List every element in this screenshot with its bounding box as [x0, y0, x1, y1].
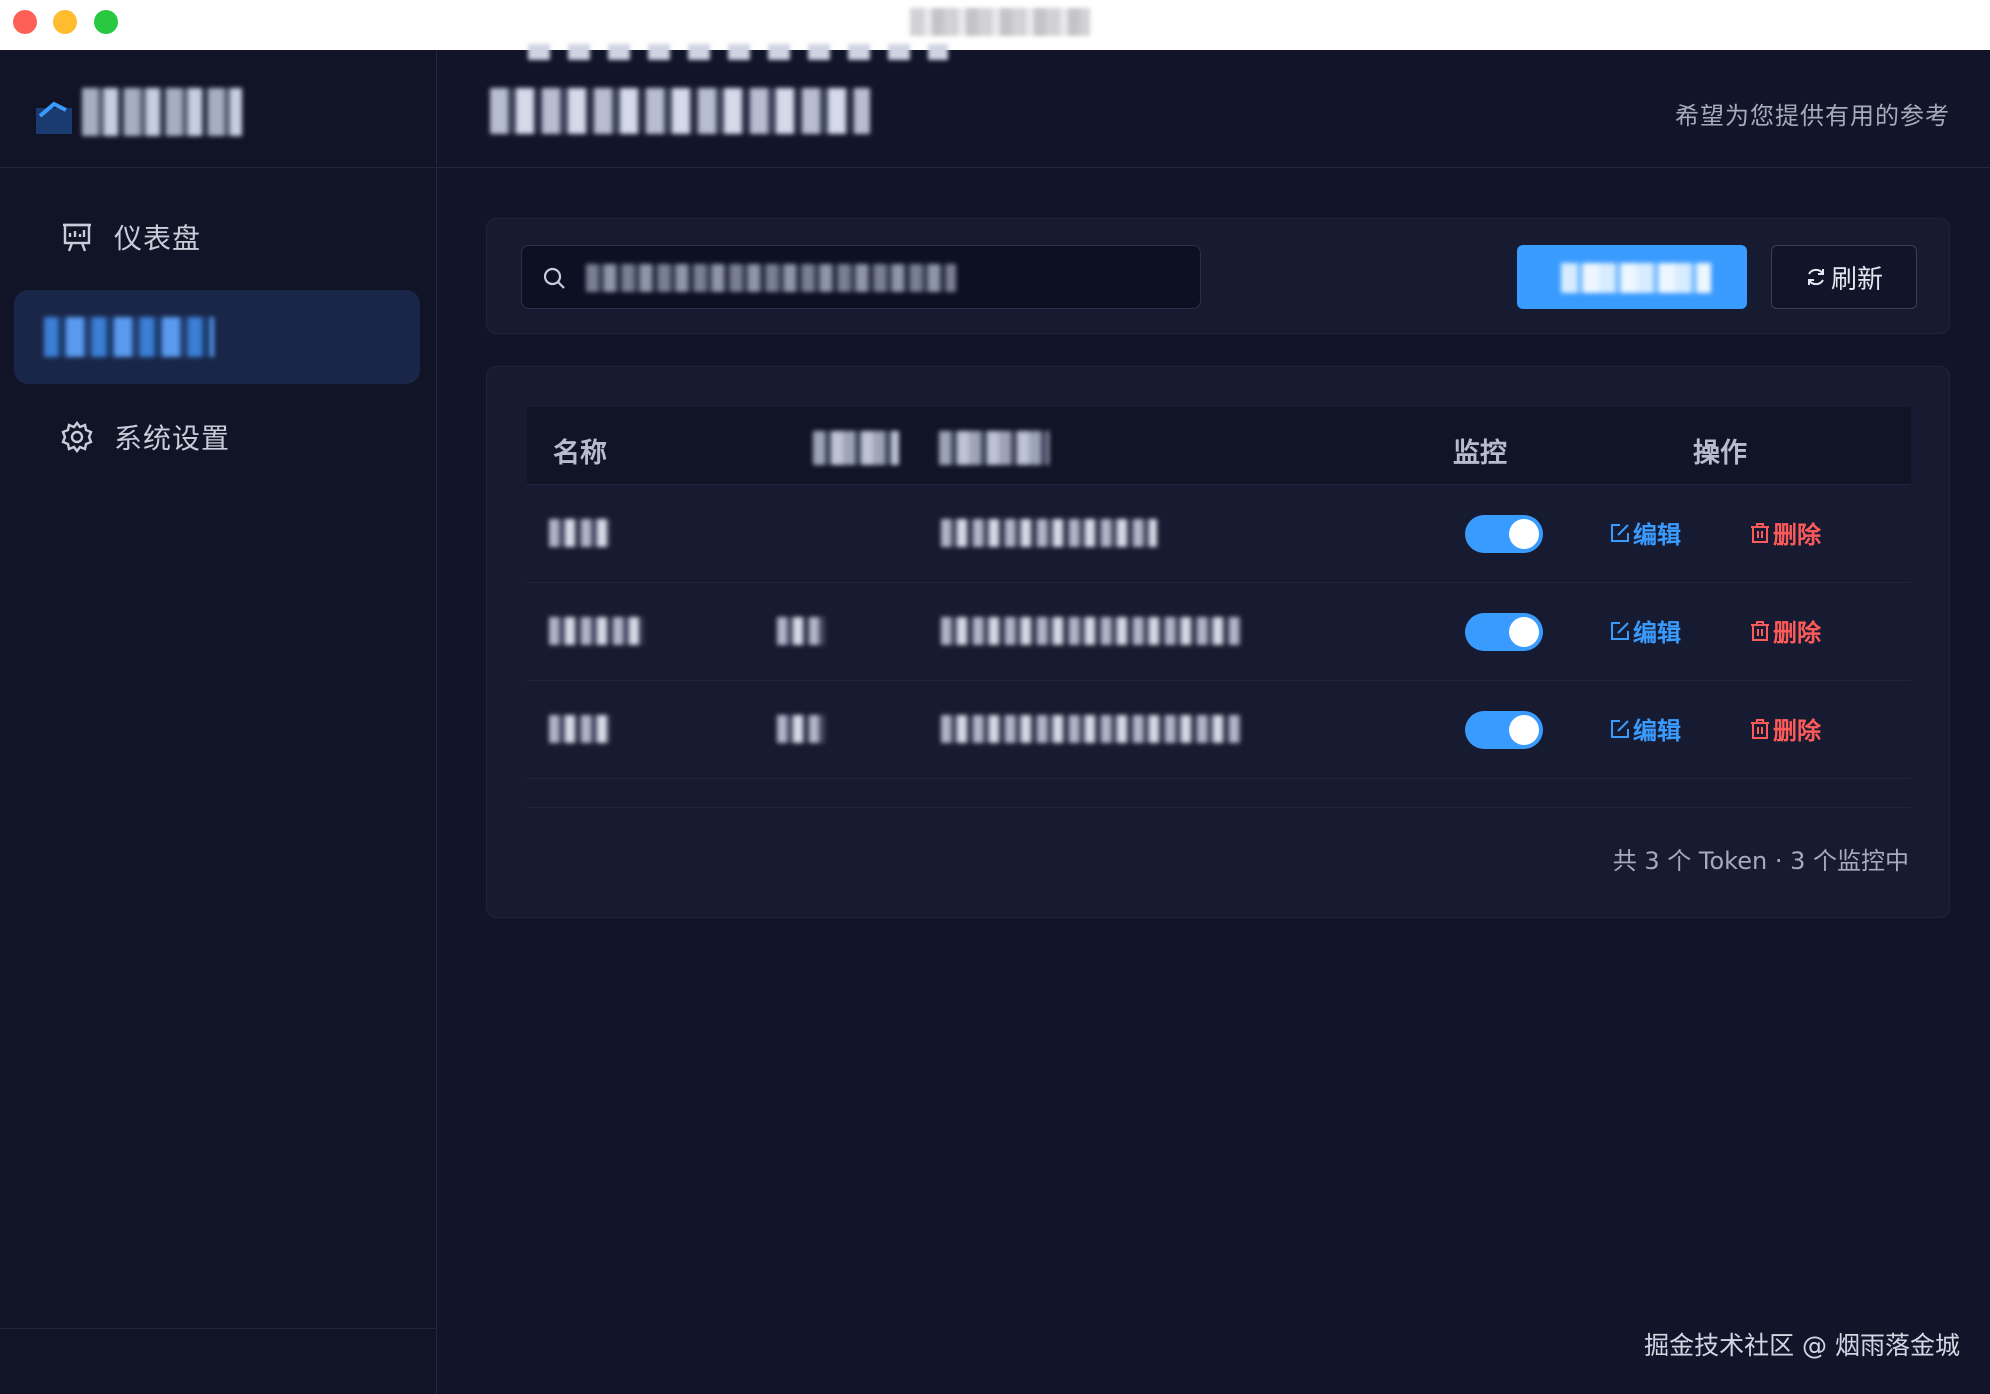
- cell-type-redacted: [777, 715, 825, 743]
- close-window-button[interactable]: [13, 10, 37, 34]
- column-header-monitor: 监控: [1453, 438, 1507, 469]
- sidebar: 仪表盘 系统设置: [0, 50, 437, 1394]
- edit-button[interactable]: 编辑: [1609, 613, 1681, 648]
- brand: [0, 50, 437, 168]
- window-title-redacted: [910, 8, 1090, 36]
- sidebar-item-label: 仪表盘: [114, 222, 202, 255]
- search-placeholder-redacted: [586, 264, 956, 292]
- delete-label: 删除: [1773, 619, 1821, 647]
- monitor-toggle[interactable]: [1465, 515, 1543, 553]
- page-header: 希望为您提供有用的参考: [438, 44, 1990, 168]
- add-token-button[interactable]: [1517, 245, 1747, 309]
- cell-name-redacted: [549, 715, 611, 743]
- trash-icon: [1751, 718, 1769, 739]
- header-overflow-redacted: [528, 44, 948, 60]
- minimize-window-button[interactable]: [53, 10, 77, 34]
- table-footer-divider: [527, 807, 1911, 808]
- token-table-panel: 名称 监控 操作 编辑 删除 编辑 删除 编辑 删除 共 3 个 Token ·…: [486, 366, 1950, 918]
- toolbar: 刷新: [486, 218, 1950, 334]
- column-header-actions: 操作: [1693, 438, 1747, 469]
- page-title-redacted: [490, 88, 870, 134]
- edit-label: 编辑: [1633, 521, 1681, 549]
- token-summary: 共 3 个 Token · 3 个监控中: [1612, 847, 1909, 875]
- sidebar-item-label-redacted: [44, 317, 214, 357]
- title-bar: [0, 0, 1990, 50]
- edit-icon: [1611, 621, 1629, 640]
- main-content: 希望为您提供有用的参考 刷新 名称 监控 操作 编辑 删除 编辑 删除 编辑 删…: [438, 44, 1990, 1394]
- delete-label: 删除: [1773, 717, 1821, 745]
- refresh-button[interactable]: 刷新: [1771, 245, 1917, 309]
- edit-label: 编辑: [1633, 619, 1681, 647]
- toggle-knob: [1509, 715, 1539, 745]
- table-row: 编辑 删除: [527, 485, 1911, 583]
- watermark-text: 掘金技术社区 @ 烟雨落金城: [1644, 1331, 1960, 1360]
- column-header-name: 名称: [553, 438, 607, 469]
- cell-name-redacted: [549, 519, 611, 547]
- sidebar-item-label: 系统设置: [114, 422, 231, 455]
- cell-type-redacted: [777, 617, 825, 645]
- sidebar-footer-divider: [0, 1328, 437, 1329]
- header-subtitle: 希望为您提供有用的参考: [1675, 102, 1950, 130]
- app-window: 仪表盘 系统设置 希望为您提供有用的参考 刷新 名称 监控 操作 编辑 删除 编…: [0, 0, 1990, 1394]
- monitor-toggle[interactable]: [1465, 613, 1543, 651]
- edit-icon: [1611, 523, 1629, 542]
- table-row: 编辑 删除: [527, 583, 1911, 681]
- table-row: 编辑 删除: [527, 681, 1911, 779]
- maximize-window-button[interactable]: [94, 10, 118, 34]
- cell-token-redacted: [941, 519, 1157, 547]
- edit-label: 编辑: [1633, 717, 1681, 745]
- app-logo-icon: [36, 101, 72, 134]
- delete-button[interactable]: 删除: [1749, 711, 1821, 746]
- sidebar-item-dashboard[interactable]: 仪表盘: [14, 190, 420, 284]
- toggle-knob: [1509, 617, 1539, 647]
- app-name-redacted: [82, 88, 242, 136]
- sidebar-item-active[interactable]: [14, 290, 420, 384]
- edit-button[interactable]: 编辑: [1609, 711, 1681, 746]
- table-header: 名称 监控 操作: [527, 407, 1911, 485]
- cell-token-redacted: [941, 715, 1241, 743]
- column-header-redacted: [813, 431, 899, 465]
- sidebar-item-settings[interactable]: 系统设置: [14, 390, 420, 484]
- column-header-redacted: [939, 431, 1049, 465]
- search-input[interactable]: [521, 245, 1201, 309]
- monitor-toggle[interactable]: [1465, 711, 1543, 749]
- delete-button[interactable]: 删除: [1749, 515, 1821, 550]
- refresh-label: 刷新: [1830, 264, 1883, 295]
- edit-icon: [1611, 719, 1629, 738]
- add-button-label-redacted: [1561, 263, 1711, 293]
- search-icon: [543, 267, 565, 289]
- toggle-knob: [1509, 519, 1539, 549]
- gear-icon: [60, 420, 94, 454]
- cell-token-redacted: [941, 617, 1241, 645]
- edit-button[interactable]: 编辑: [1609, 515, 1681, 550]
- refresh-icon: [1807, 268, 1824, 286]
- cell-name-redacted: [549, 617, 645, 645]
- presentation-board-icon: [60, 220, 94, 254]
- delete-label: 删除: [1773, 521, 1821, 549]
- delete-button[interactable]: 删除: [1749, 613, 1821, 648]
- trash-icon: [1751, 522, 1769, 543]
- trash-icon: [1751, 620, 1769, 641]
